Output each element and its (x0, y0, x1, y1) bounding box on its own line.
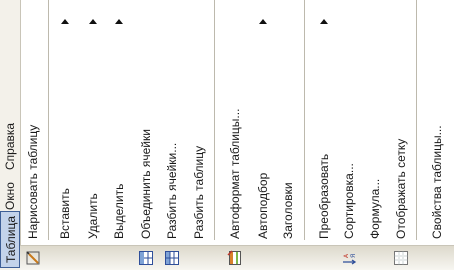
menu-item-table-autoformat[interactable]: Автоформат таблицы... (226, 0, 244, 270)
menu-item-label: Отображать сетку (394, 138, 408, 239)
menu-item-label: Вставить (58, 188, 72, 239)
menu-item-label: Удалить (86, 193, 100, 239)
submenu-arrow-icon (259, 19, 267, 24)
menu-help[interactable]: Справка (0, 119, 20, 174)
submenu-arrow-icon (89, 19, 97, 24)
menu-item-autofit[interactable]: Автоподбор (254, 0, 272, 270)
submenu-arrow-icon (61, 19, 69, 24)
submenu-arrow-icon (115, 19, 123, 24)
menu-item-draw-table[interactable]: Нарисовать таблицу (24, 0, 42, 270)
menu-item-table-properties[interactable]: Свойства таблицы... (428, 0, 446, 270)
menu-item-label: Разбить ячейки... (165, 142, 179, 239)
rotated-menu-frame: Таблица Окно Справка Нарисовать таблицу … (0, 0, 454, 270)
menu-item-label: Нарисовать таблицу (26, 124, 40, 239)
menu-item-label: Сортировка... (342, 163, 356, 239)
menu-separator (416, 0, 418, 240)
menu-item-label: Объединить ячейки (139, 129, 153, 239)
merge-cells-icon (138, 250, 154, 266)
menu-item-label: Формула... (368, 178, 382, 239)
menu-table[interactable]: Таблица (0, 210, 20, 268)
svg-text:A: A (343, 253, 350, 258)
menu-item-delete[interactable]: Удалить (84, 0, 102, 270)
menu-item-show-gridlines[interactable]: Отображать сетку (392, 0, 410, 270)
menu-item-label: Преобразовать (317, 153, 331, 239)
menu-item-merge-cells[interactable]: Объединить ячейки (137, 0, 155, 270)
menu-item-label: Заголовки (281, 182, 295, 239)
gridlines-icon (393, 250, 409, 266)
svg-text:Я: Я (350, 254, 357, 258)
menu-separator (48, 0, 50, 240)
menu-separator (304, 0, 306, 240)
menu-item-label: Автоподбор (256, 172, 270, 239)
menu-item-sort[interactable]: AЯ Сортировка... (340, 0, 358, 270)
menu-item-headers[interactable]: Заголовки (279, 0, 297, 270)
table-autoformat-icon (227, 250, 243, 266)
menu-item-split-table[interactable]: Разбить таблицу (190, 0, 208, 270)
menu-item-split-cells[interactable]: Разбить ячейки... (163, 0, 181, 270)
menu-item-formula[interactable]: Формула... (366, 0, 384, 270)
draw-table-icon (25, 250, 41, 266)
menu-item-label: Разбить таблицу (192, 145, 206, 239)
submenu-arrow-icon (320, 19, 328, 24)
menu-bar: Таблица Окно Справка (0, 0, 21, 270)
menu-item-insert[interactable]: Вставить (56, 0, 74, 270)
menu-item-select[interactable]: Выделить (110, 0, 128, 270)
menu-separator (214, 0, 216, 240)
menu-item-label: Автоформат таблицы... (228, 108, 242, 239)
menu-item-label: Выделить (112, 183, 126, 239)
menu-item-convert[interactable]: Преобразовать (315, 0, 333, 270)
sort-icon: AЯ (341, 250, 357, 266)
split-cells-icon (164, 250, 180, 266)
menu-window[interactable]: Окно (0, 178, 20, 214)
menu-item-label: Свойства таблицы... (430, 125, 444, 239)
